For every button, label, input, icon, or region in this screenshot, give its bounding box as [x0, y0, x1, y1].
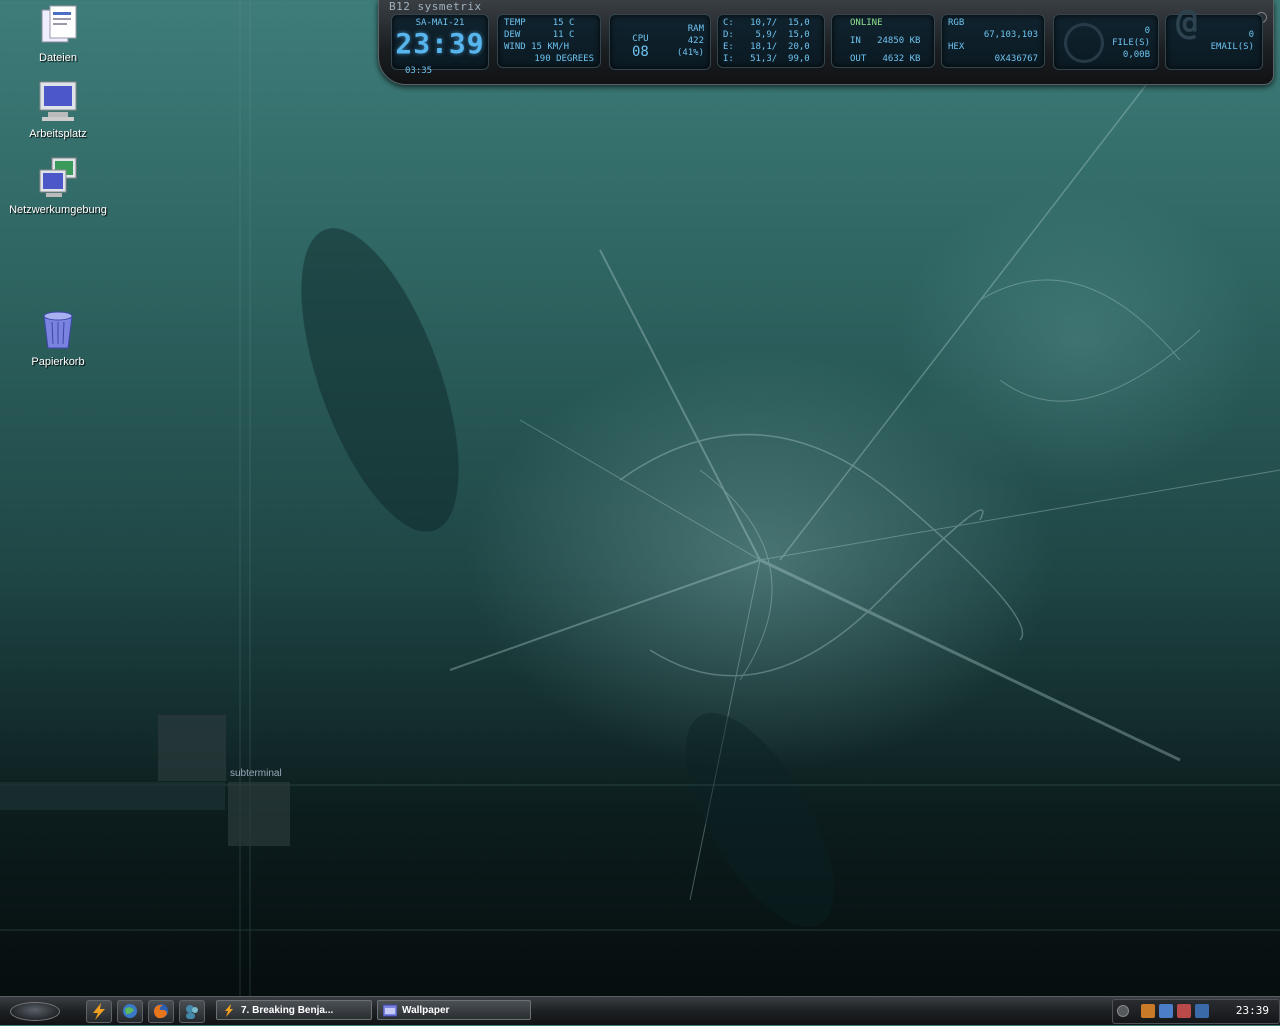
desktop-icon-label: Netzwerkumgebung: [9, 204, 107, 216]
hex-value: 0X436767: [994, 54, 1038, 64]
task-label: 7. Breaking Benja...: [241, 1005, 334, 1016]
tray-app-icon[interactable]: [1141, 1004, 1155, 1018]
hex-label: HEX: [948, 42, 965, 52]
clock-time: 23:39: [395, 27, 485, 60]
network-out: OUT 4632 KB: [850, 54, 921, 64]
drive-e: E: 18,1/ 20,0: [723, 42, 810, 52]
weather-dew: DEW 11 C: [504, 30, 575, 40]
color-panel: RGB 67,103,103 HEX 0X436767: [941, 14, 1045, 68]
ram-percent: (41%): [676, 48, 704, 58]
quicklaunch-winamp-icon[interactable]: [86, 1000, 112, 1023]
recycle-size: 0,00B: [1122, 50, 1150, 60]
cpu-value: 08: [632, 44, 649, 60]
weather-wind: WIND 15 KM/H: [504, 42, 570, 52]
documents-icon: [34, 4, 82, 48]
clock-subtime: 03:35: [405, 66, 433, 76]
winamp-icon: [225, 1004, 233, 1017]
ram-value: 422: [687, 36, 704, 46]
network-status: ONLINE: [850, 18, 883, 28]
drives-panel: C: 10,7/ 15,0 D: 5,9/ 15,0 E: 18,1/ 20,0…: [717, 14, 825, 68]
recycle-icon: [1064, 23, 1104, 63]
taskbar-task-wallpaper[interactable]: Wallpaper: [377, 1000, 531, 1020]
desktop-icon-dateien[interactable]: Dateien: [3, 4, 113, 64]
drive-d: D: 5,9/ 15,0: [723, 30, 810, 40]
clock-panel: SA-MAI-21 23:39: [391, 14, 489, 70]
tray-network-icon[interactable]: [1159, 1004, 1173, 1018]
tray-clock[interactable]: 23:39: [1236, 1004, 1269, 1017]
sysmetrix-brand: B12 sysmetrix: [389, 0, 482, 13]
quicklaunch-messenger-icon[interactable]: [179, 1000, 205, 1023]
system-tray: 23:39: [1112, 999, 1280, 1024]
desktop-icon-papierkorb[interactable]: Papierkorb: [3, 308, 113, 368]
sysmetrix-bar: B12 sysmetrix SA-MAI-21 23:39 03:35 TEMP…: [378, 0, 1274, 85]
tray-expand-icon[interactable]: [1117, 1005, 1129, 1017]
weather-direction: 190 DEGREES: [534, 54, 594, 64]
tray-messenger-icon[interactable]: [1195, 1004, 1209, 1018]
drive-i: I: 51,3/ 99,0: [723, 54, 810, 64]
recycle-bin-icon: [34, 308, 82, 352]
network-panel: ONLINE IN 24850 KB OUT 4632 KB: [831, 14, 935, 68]
network-in: IN 24850 KB: [850, 36, 921, 46]
weather-temp: TEMP 15 C: [504, 18, 575, 28]
recycle-count: 0: [1144, 26, 1150, 36]
desktop-icon-label: Dateien: [39, 52, 77, 64]
email-icon: @: [1176, 2, 1198, 43]
cpu-panel: CPU 08 RAM 422 (41%): [609, 14, 711, 70]
weather-panel: TEMP 15 C DEW 11 C WIND 15 KM/H 190 DEGR…: [497, 14, 601, 68]
desktop-icon-arbeitsplatz[interactable]: Arbeitsplatz: [3, 80, 113, 140]
quicklaunch-globe-icon[interactable]: [117, 1000, 143, 1023]
taskbar: 7. Breaking Benja... Wallpaper 23:39: [0, 996, 1280, 1025]
desktop-icon-label: Arbeitsplatz: [29, 128, 87, 140]
window-icon: [383, 1004, 397, 1017]
quicklaunch-firefox-icon[interactable]: [148, 1000, 174, 1023]
rgb-label: RGB: [948, 18, 965, 28]
wallpaper-text: subterminal: [230, 768, 282, 779]
desktop-icon-label: Papierkorb: [31, 356, 85, 368]
task-label: Wallpaper: [402, 1005, 450, 1016]
email-count: 0: [1248, 30, 1254, 40]
network-icon: [34, 156, 82, 200]
ram-label: RAM: [687, 24, 704, 34]
email-label: EMAIL(S): [1210, 42, 1254, 52]
recycle-panel[interactable]: 0 FILE(S) 0,00B: [1053, 14, 1159, 70]
computer-icon: [34, 80, 82, 124]
desktop-icon-netzwerkumgebung[interactable]: Netzwerkumgebung: [3, 156, 113, 216]
recycle-files-label: FILE(S): [1112, 38, 1150, 48]
wallpaper-art: subterminal: [0, 0, 1280, 996]
drive-c: C: 10,7/ 15,0: [723, 18, 810, 28]
email-panel[interactable]: @ 0 EMAIL(S): [1165, 2, 1263, 70]
start-button[interactable]: [10, 1002, 60, 1021]
taskbar-task-winamp[interactable]: 7. Breaking Benja...: [216, 1000, 372, 1020]
rgb-value: 67,103,103: [983, 30, 1038, 40]
tray-media-icon[interactable]: [1177, 1004, 1191, 1018]
